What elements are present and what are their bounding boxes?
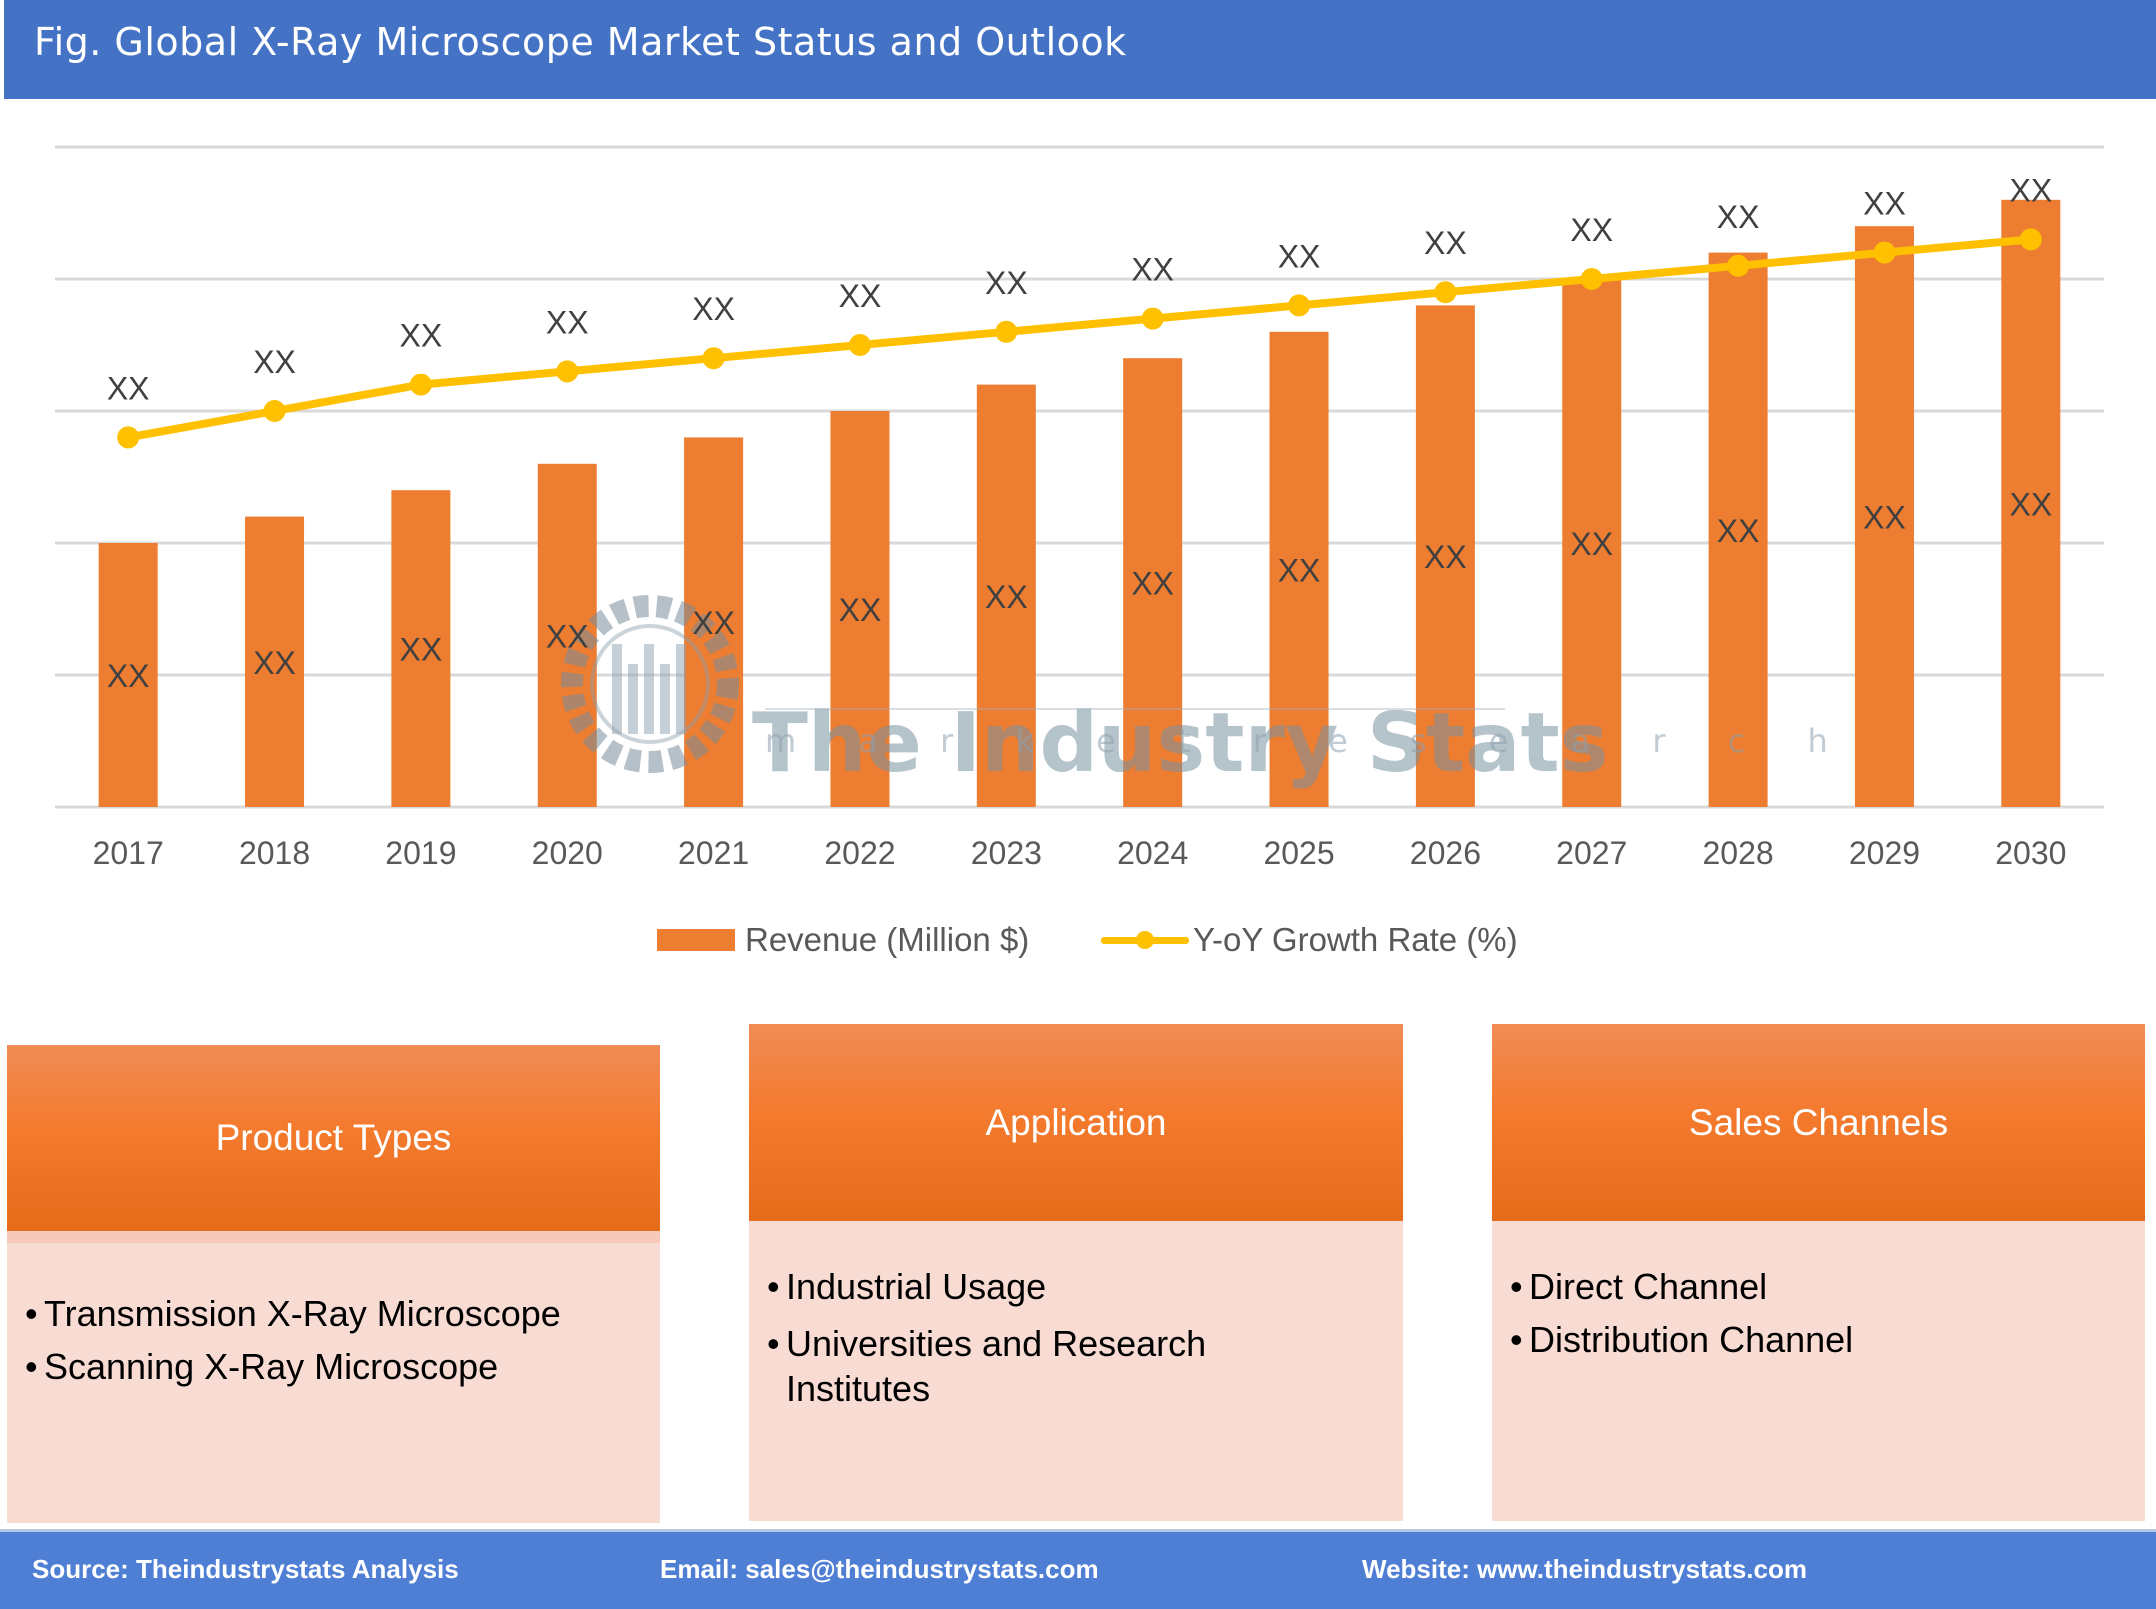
segment-card-product-types: Product Types Transmission X-Ray Microsc… (7, 1045, 660, 1523)
line-point-growth (1873, 241, 1896, 264)
footer-email[interactable]: Email: sales@theindustrystats.com (660, 1554, 1099, 1585)
segment-list-item: Universities and Research Institutes (767, 1321, 1237, 1411)
line-point-growth (1141, 307, 1164, 330)
line-data-label: XX (1863, 186, 1906, 222)
line-point-growth (263, 400, 286, 422)
footer-source: Source: Theindustrystats Analysis (32, 1554, 459, 1584)
bar-data-label: XX (1570, 526, 1613, 562)
watermark-building-icon (644, 644, 654, 734)
line-data-label: XX (1278, 238, 1321, 274)
segment-title: Application (985, 1101, 1167, 1143)
x-tick-label: 2028 (1703, 835, 1774, 871)
line-data-label: XX (253, 344, 296, 380)
figure-footer: Source: Theindustrystats Analysis Email:… (0, 1529, 2156, 1609)
figure-header: Fig. Global X-Ray Microscope Market Stat… (4, 0, 2156, 99)
watermark-building-icon (612, 644, 622, 734)
bar-data-label: XX (400, 632, 443, 668)
line-point-growth (702, 347, 725, 370)
line-point-growth (556, 360, 579, 383)
x-tick-label: 2022 (824, 835, 895, 871)
segment-list: Transmission X-Ray Microscope Scanning X… (25, 1287, 650, 1393)
segment-list: Industrial Usage Universities and Resear… (767, 1260, 1237, 1411)
line-point-growth (1727, 254, 1750, 277)
line-point-growth (1580, 268, 1603, 290)
x-tick-label: 2019 (385, 835, 456, 871)
line-data-label: XX (1424, 225, 1467, 261)
line-point-growth (848, 334, 871, 356)
x-tick-label: 2018 (239, 835, 310, 871)
chart-legend: Revenue (Million $) Y-oY Growth Rate (%) (0, 918, 2156, 962)
x-tick-label: 2025 (1263, 835, 1334, 871)
x-tick-label: 2021 (678, 835, 749, 871)
segment-title: Sales Channels (1688, 1101, 1949, 1143)
line-point-growth (1434, 281, 1457, 304)
footer-website[interactable]: Website: www.theindustrystats.com (1362, 1554, 1807, 1585)
line-point-growth (1288, 294, 1311, 317)
bar-data-label: XX (839, 592, 882, 628)
watermark-building-icon (660, 664, 670, 734)
legend-swatch-revenue (657, 929, 735, 951)
line-data-label: XX (1570, 212, 1613, 248)
legend-swatch-growth (1101, 918, 1189, 962)
line-data-label: XX (2009, 172, 2052, 208)
legend-item-growth: Y-oY Growth Rate (%) (1101, 918, 1518, 962)
segment-divider (7, 1231, 660, 1243)
legend-label-revenue: Revenue (Million $) (745, 921, 1030, 958)
bar-data-label: XX (1717, 513, 1760, 549)
x-tick-label: 2030 (1995, 835, 2066, 871)
line-data-label: XX (692, 291, 735, 327)
bar-data-label: XX (985, 579, 1028, 615)
line-data-label: XX (546, 304, 589, 340)
bar-data-label: XX (2009, 486, 2052, 522)
market-chart: The Industry Statsm a r k e t r e s e a … (55, 145, 2104, 871)
line-point-growth (117, 426, 140, 449)
bar-data-label: XX (253, 645, 296, 681)
line-data-label: XX (1717, 199, 1760, 235)
bar-data-label: XX (107, 658, 150, 694)
segment-card-header: Sales Channels (1492, 1024, 2145, 1221)
line-data-label: XX (839, 278, 882, 314)
bar-data-label: XX (692, 605, 735, 641)
line-point-growth (409, 373, 432, 396)
x-tick-label: 2026 (1410, 835, 1481, 871)
watermark-building-icon (628, 664, 638, 734)
segment-card-application: Application Industrial Usage Universitie… (749, 1024, 1403, 1521)
segment-list-item: Transmission X-Ray Microscope (25, 1287, 650, 1340)
figure-title: Fig. Global X-Ray Microscope Market Stat… (34, 20, 1127, 64)
watermark-tagline: m a r k e t r e s e a r c h (765, 722, 1854, 760)
x-tick-label: 2020 (532, 835, 603, 871)
segment-card-sales-channels: Sales Channels Direct Channel Distributi… (1492, 1024, 2145, 1521)
line-data-label: XX (1131, 252, 1174, 288)
segment-list-item: Scanning X-Ray Microscope (25, 1340, 650, 1393)
segment-title: Product Types (215, 1117, 452, 1158)
bar-data-label: XX (546, 618, 589, 654)
line-point-growth (2019, 228, 2042, 251)
x-tick-label: 2017 (93, 835, 164, 871)
segment-card-header: Product Types (7, 1045, 660, 1231)
x-tick-label: 2027 (1556, 835, 1627, 871)
segment-list-item: Industrial Usage (767, 1260, 1237, 1313)
watermark-building-icon (676, 644, 686, 734)
line-data-label: XX (107, 370, 150, 406)
bar-data-label: XX (1863, 500, 1906, 536)
legend-item-revenue: Revenue (Million $) (657, 918, 1029, 962)
segment-list-item: Direct Channel (1510, 1260, 2135, 1313)
x-tick-label: 2029 (1849, 835, 1920, 871)
segment-card-header: Application (749, 1024, 1403, 1221)
segment-list: Direct Channel Distribution Channel (1510, 1260, 2135, 1366)
x-tick-label: 2024 (1117, 835, 1188, 871)
line-point-growth (995, 320, 1018, 343)
bar-data-label: XX (1278, 552, 1321, 588)
bar-data-label: XX (1424, 539, 1467, 575)
bar-data-label: XX (1131, 566, 1174, 602)
line-data-label: XX (400, 318, 443, 354)
line-data-label: XX (985, 265, 1028, 301)
segment-list-item: Distribution Channel (1510, 1313, 2135, 1366)
x-tick-label: 2023 (971, 835, 1042, 871)
legend-label-growth: Y-oY Growth Rate (%) (1193, 921, 1518, 958)
